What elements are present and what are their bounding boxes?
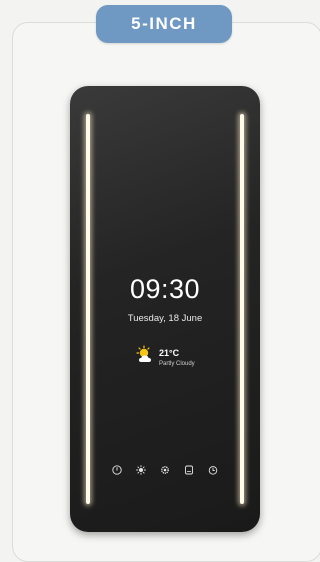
right-light-strip [240,114,244,504]
light-icon[interactable] [136,465,146,475]
settings-icon[interactable] [160,465,170,475]
left-light-strip [86,114,90,504]
size-badge: 5-INCH [96,5,232,43]
partly-cloudy-icon [136,345,151,362]
timer-icon[interactable] [208,465,218,475]
weather-temperature: 21°C [159,348,180,358]
clock-date: Tuesday, 18 June [127,313,203,324]
mirror-icon[interactable] [184,465,194,475]
power-icon[interactable] [112,465,122,475]
weather-condition: Partly Cloudy [159,361,195,367]
clock-time: 09:30 [129,274,201,304]
touch-controls [112,463,218,477]
smart-mirror: 09:30 Tuesday, 18 June 21°C Partly Cloud… [70,86,260,532]
weather-widget: 21°C Partly Cloudy [136,345,216,371]
